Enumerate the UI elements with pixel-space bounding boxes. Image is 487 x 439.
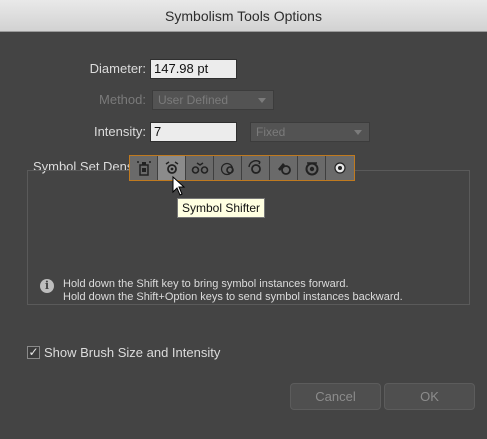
symbol-stainer-icon bbox=[277, 163, 291, 175]
intensity-mode-value: Fixed bbox=[256, 125, 286, 139]
cancel-button[interactable]: Cancel bbox=[290, 383, 381, 410]
symbol-sizer-button[interactable] bbox=[214, 156, 242, 180]
intensity-field[interactable]: 7 bbox=[150, 122, 237, 142]
symbol-spinner-icon bbox=[247, 160, 261, 174]
chevron-down-icon bbox=[354, 130, 362, 135]
show-brush-label[interactable]: Show Brush Size and Intensity bbox=[44, 345, 220, 360]
symbol-sprayer-button[interactable] bbox=[130, 156, 158, 180]
symbol-styler-button[interactable] bbox=[326, 156, 354, 180]
info-icon: i bbox=[40, 279, 54, 293]
mouse-cursor-icon bbox=[172, 176, 186, 196]
method-value: User Defined bbox=[158, 93, 229, 107]
info-line-2: Hold down the Shift+Option keys to send … bbox=[63, 291, 403, 303]
info-line-1: Hold down the Shift key to bring symbol … bbox=[63, 278, 349, 290]
intensity-mode-dropdown[interactable]: Fixed bbox=[250, 122, 370, 142]
symbol-screener-button[interactable] bbox=[298, 156, 326, 180]
info-text: Hold down the Shift key to bring symbol … bbox=[63, 278, 403, 304]
symbol-stainer-button[interactable] bbox=[270, 156, 298, 180]
title-bar: Symbolism Tools Options bbox=[0, 0, 487, 32]
method-label: Method: bbox=[99, 92, 146, 107]
symbol-shifter-icon bbox=[165, 161, 178, 174]
tool-tooltip: Symbol Shifter bbox=[177, 198, 266, 218]
checkmark-icon: ✓ bbox=[28, 345, 39, 359]
diameter-label: Diameter: bbox=[89, 61, 146, 76]
window-title: Symbolism Tools Options bbox=[165, 7, 322, 24]
chevron-down-icon bbox=[258, 98, 266, 103]
intensity-label: Intensity: bbox=[93, 124, 146, 139]
diameter-field[interactable]: 147.98 pt bbox=[150, 59, 237, 79]
symbol-sprayer-icon bbox=[136, 161, 151, 176]
show-brush-checkbox[interactable]: ✓ bbox=[27, 346, 40, 359]
symbol-spinner-button[interactable] bbox=[242, 156, 270, 180]
symbol-screener-icon bbox=[305, 162, 318, 176]
symbolism-tool-buttons bbox=[129, 155, 355, 181]
ok-button[interactable]: OK bbox=[384, 383, 475, 410]
symbol-sizer-icon bbox=[220, 162, 234, 176]
symbol-styler-icon bbox=[334, 162, 346, 174]
symbol-scruncher-icon bbox=[191, 162, 208, 174]
symbol-scruncher-button[interactable] bbox=[186, 156, 214, 180]
method-dropdown[interactable]: User Defined bbox=[152, 90, 274, 110]
